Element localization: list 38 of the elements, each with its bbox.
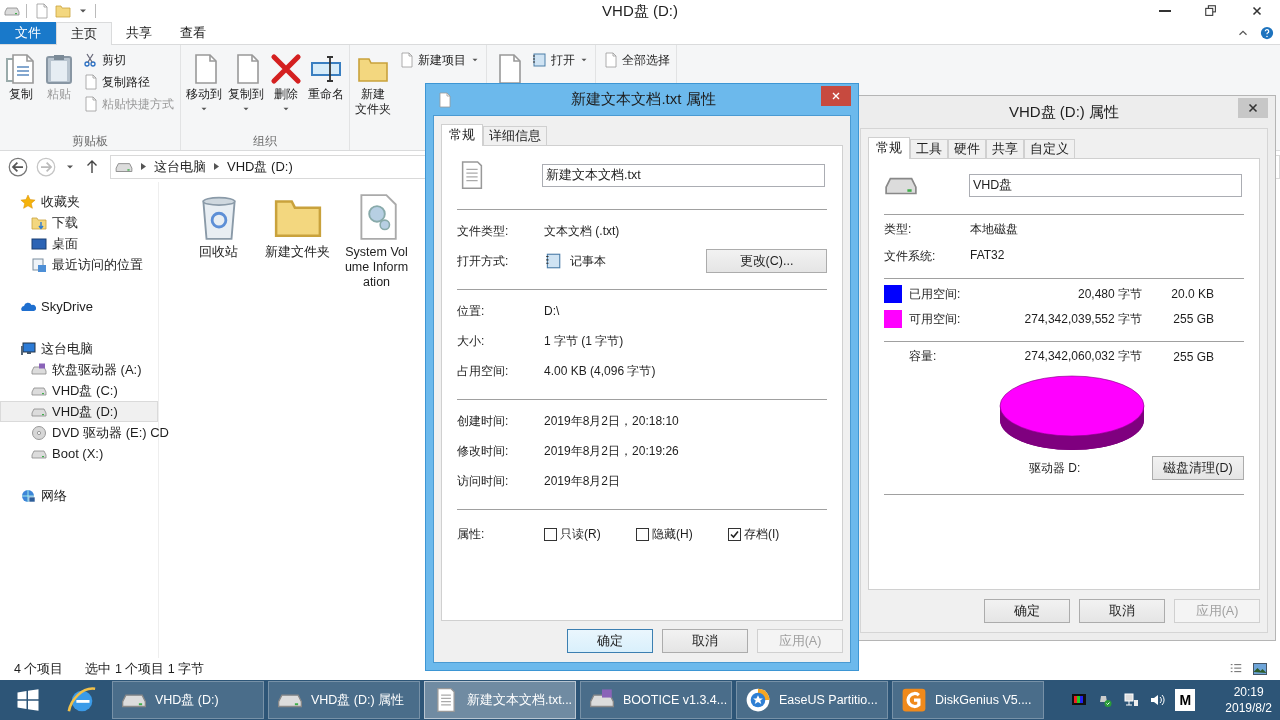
size-value: 20.0 KB	[1170, 287, 1214, 301]
property-label: 修改时间:	[457, 442, 510, 460]
property-label: 创建时间:	[457, 412, 510, 430]
property-value: 2019年8月2日，20:19:26	[544, 442, 679, 460]
dialog-title: VHD盘 (D:) 属性	[1009, 102, 1119, 122]
property-label: 访问时间:	[457, 472, 510, 490]
byte-count: 274,342,039,552 字节	[1023, 310, 1142, 328]
property-label: 大小:	[457, 332, 486, 350]
property-label: 属性:	[457, 525, 486, 543]
size-value: 255 GB	[1172, 349, 1214, 364]
drive-label: 驱动器 D:	[1029, 459, 1081, 477]
property-value: 记事本	[570, 252, 606, 270]
property-label: 位置:	[457, 302, 486, 320]
legend-label: 已用空间:	[909, 285, 962, 303]
dialog-title: 新建文本文档.txt 属性	[571, 90, 716, 109]
property-value: 文本文档 (.txt)	[544, 222, 620, 240]
property-value: 2019年8月2日	[544, 472, 621, 490]
property-label: 打开方式:	[457, 252, 510, 270]
property-value: 2019年8月2日，20:18:10	[544, 412, 679, 430]
property-label: 占用空间:	[457, 362, 510, 380]
property-value: FAT32	[970, 248, 1006, 264]
ribbon-group-label: 组织	[252, 133, 278, 150]
byte-count: 274,342,060,032 字节	[1023, 348, 1142, 365]
size-value: 255 GB	[1172, 312, 1214, 326]
property-value: D:\	[544, 304, 560, 318]
window-title: VHD盘 (D:)	[602, 1, 678, 21]
status-text: 选中 1 个项目 1 字节	[85, 660, 205, 678]
property-value: 4.00 KB (4,096 字节)	[544, 362, 656, 380]
capacity-label: 容量:	[909, 348, 938, 365]
property-value: 本地磁盘	[970, 221, 1019, 238]
legend-label: 可用空间:	[909, 310, 962, 328]
byte-count: 20,480 字节	[1076, 285, 1142, 303]
property-label: 文件类型:	[457, 222, 510, 240]
property-label: 类型:	[884, 221, 913, 238]
property-label: 文件系统:	[884, 248, 937, 265]
ribbon-group-label: 剪贴板	[71, 133, 109, 150]
status-text: 4 个项目	[14, 660, 64, 678]
property-value: 1 字节 (1 字节)	[544, 332, 624, 350]
